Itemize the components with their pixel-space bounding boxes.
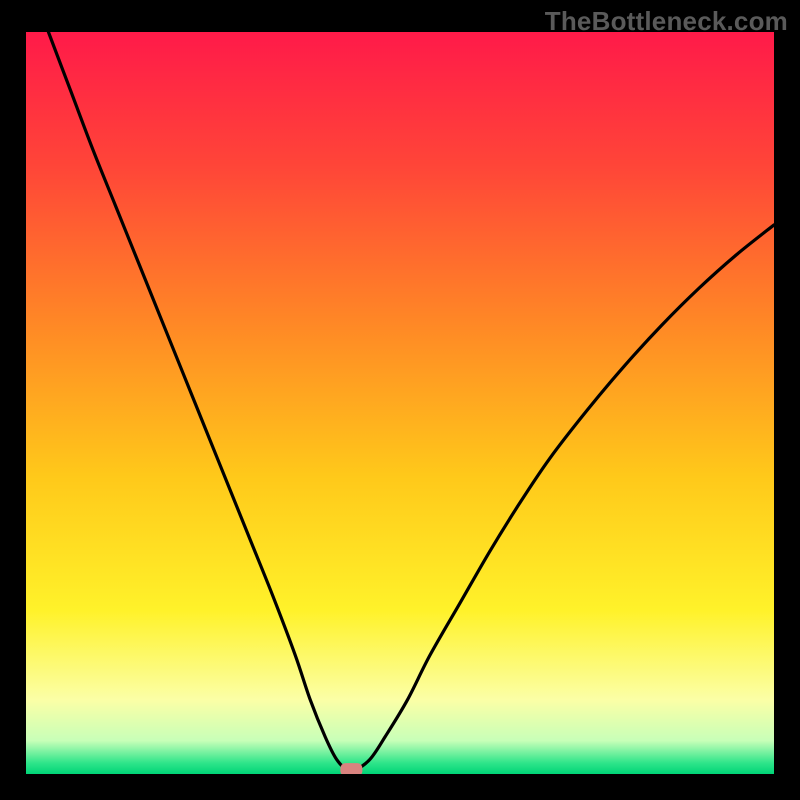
bottleneck-chart	[26, 32, 774, 774]
chart-frame: TheBottleneck.com	[0, 0, 800, 800]
gradient-background	[26, 32, 774, 774]
optimum-marker	[340, 763, 362, 774]
plot-area	[26, 32, 774, 774]
